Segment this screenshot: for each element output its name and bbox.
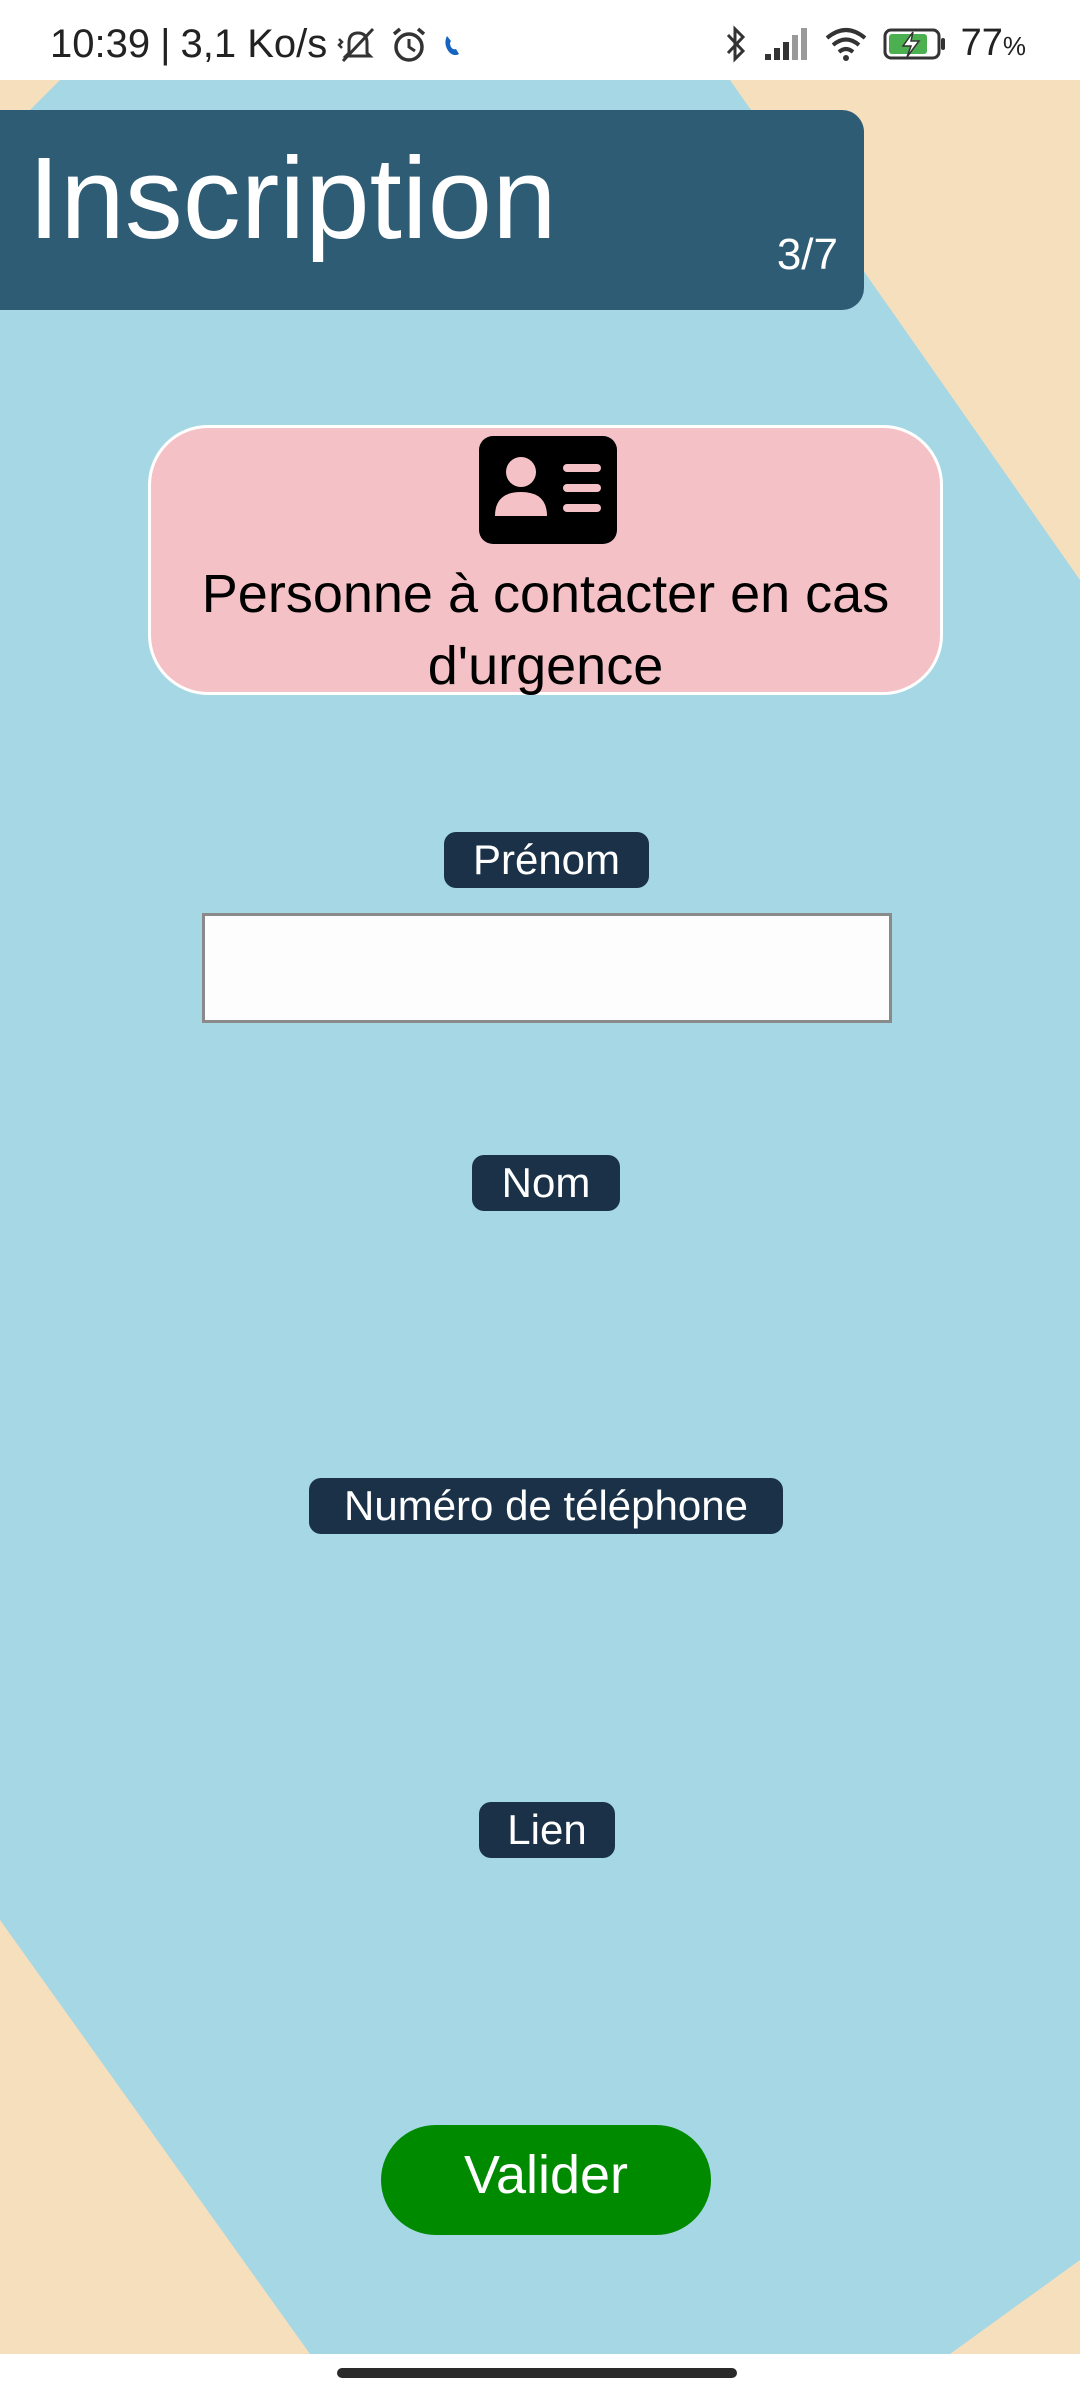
status-speed: 3,1 Ko/s — [180, 22, 328, 66]
app-screen: Inscription 3/7 Personne à contacter en … — [0, 80, 1080, 2354]
call-icon — [439, 30, 465, 60]
status-right: 77% — [723, 22, 1026, 65]
bluetooth-icon — [723, 24, 749, 64]
wifi-icon — [823, 26, 869, 62]
background-decoration — [0, 80, 1080, 2354]
section-header-card: Personne à contacter en cas d'urgence — [148, 425, 943, 696]
phone-label: Numéro de téléphone — [309, 1478, 783, 1534]
battery-level: 77% — [960, 22, 1026, 64]
navigation-bar — [0, 2354, 1080, 2400]
status-left: 10:39 | 3,1 Ko/s — [50, 22, 465, 67]
signal-icon — [763, 26, 809, 62]
home-gesture-handle[interactable] — [337, 2368, 737, 2378]
step-indicator: 3/7 — [776, 230, 838, 279]
section-title: Personne à contacter en cas d'urgence — [201, 564, 890, 696]
first-name-label: Prénom — [444, 832, 649, 888]
battery-charging-icon — [883, 27, 947, 61]
alarm-icon — [389, 25, 429, 65]
submit-button[interactable]: Valider — [381, 2125, 711, 2235]
header-banner: Inscription 3/7 — [0, 110, 864, 310]
status-time: 10:39 — [50, 22, 151, 66]
relation-label: Lien — [479, 1802, 615, 1858]
status-bar: 10:39 | 3,1 Ko/s 77% — [0, 0, 1080, 80]
contact-card-icon — [479, 436, 617, 544]
first-name-input[interactable] — [202, 913, 892, 1023]
last-name-label: Nom — [472, 1155, 620, 1211]
mute-vibrate-icon — [337, 25, 379, 65]
status-separator: | — [160, 22, 171, 66]
page-title: Inscription — [28, 133, 557, 263]
